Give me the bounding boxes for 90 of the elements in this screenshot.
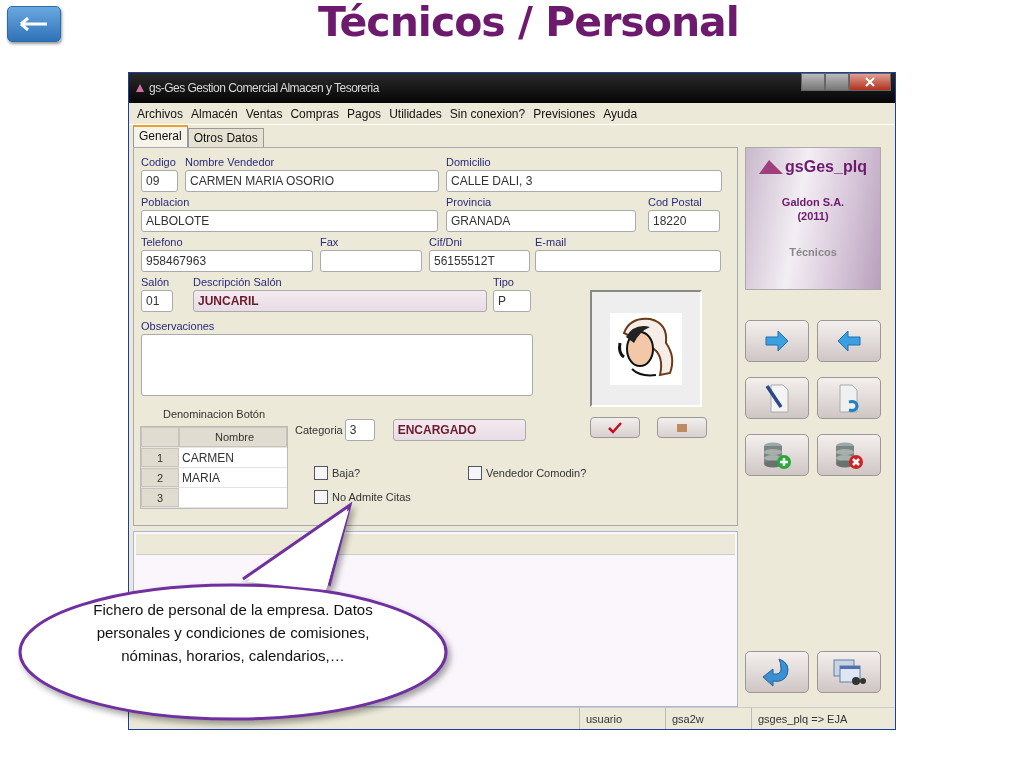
column-header: Nombre xyxy=(179,427,287,447)
field-label: Nombre Vendedor xyxy=(185,156,276,170)
undo-document-button[interactable] xyxy=(817,377,881,419)
menu-item[interactable]: Archivos xyxy=(134,106,188,121)
field-label: Salón xyxy=(141,276,171,290)
menu-item[interactable]: Compras xyxy=(287,106,345,121)
delete-record-button[interactable] xyxy=(817,434,881,476)
field-label: E-mail xyxy=(535,236,568,250)
menu-item[interactable]: Previsiones xyxy=(530,106,601,121)
checkbox-label: No Admite Citas xyxy=(332,491,411,503)
menu-item[interactable]: Ventas xyxy=(242,106,288,121)
checkbox[interactable] xyxy=(314,490,328,504)
checkmark-icon xyxy=(608,421,622,434)
status-user: usuario xyxy=(579,708,665,729)
input-field[interactable]: 3 xyxy=(344,419,375,441)
row-number: 3 xyxy=(141,488,179,507)
checkbox[interactable] xyxy=(314,466,328,480)
accept-button[interactable] xyxy=(590,417,640,438)
input-field[interactable]: P xyxy=(493,290,531,312)
input-field[interactable]: CALLE DALI, 3 xyxy=(446,170,722,192)
row-number: 1 xyxy=(141,448,179,467)
table-cell-text: CARMEN xyxy=(181,449,235,467)
stop-button[interactable] xyxy=(657,417,707,438)
tab[interactable]: Otros Datos xyxy=(187,128,264,147)
input-field[interactable]: 18220 xyxy=(648,210,720,232)
checkbox-label: Baja? xyxy=(332,467,361,479)
next-button[interactable] xyxy=(745,320,809,362)
maximize-button[interactable] xyxy=(825,73,849,91)
field-label: Cif/Dni xyxy=(429,236,463,250)
pyramid-icon xyxy=(759,160,784,174)
document-undo-icon xyxy=(837,383,861,413)
return-button[interactable] xyxy=(745,651,809,693)
product-name: gsGes_plq xyxy=(785,158,867,176)
notes-field[interactable] xyxy=(141,334,533,396)
company-name: Galdon S.A. xyxy=(781,196,845,208)
input-field[interactable]: CARMEN MARIA OSORIO xyxy=(185,170,439,192)
minimize-button[interactable] xyxy=(801,73,825,91)
slide-title: Técnicos / Personal xyxy=(318,0,739,46)
module-name: Técnicos xyxy=(789,246,837,258)
menu-item[interactable]: Almacén xyxy=(188,106,243,121)
edit-button[interactable] xyxy=(745,377,809,419)
window-title: gs-Ges Gestion Comercial Almacen y Tesoreria xyxy=(149,81,379,95)
table-cell-text: MARIA xyxy=(181,469,221,487)
field-label: Codigo xyxy=(141,156,177,170)
input-field[interactable]: ALBOLOTE xyxy=(141,210,438,232)
status-database: gsges_plq => EJA xyxy=(751,708,879,729)
input-field[interactable]: 09 xyxy=(141,170,178,192)
field-label: Cod Postal xyxy=(648,196,703,210)
checkbox-label: Vendedor Comodin? xyxy=(486,467,587,479)
windows-binoculars-icon xyxy=(832,658,866,686)
field-label: Tipo xyxy=(493,276,515,290)
menu-item[interactable]: Utilidades xyxy=(386,106,447,121)
search-windows-button[interactable] xyxy=(817,651,881,693)
field-label: Descripción Salón xyxy=(193,276,283,290)
app-icon xyxy=(135,83,145,93)
menu-item[interactable]: Pagos xyxy=(344,106,387,121)
previous-button[interactable] xyxy=(817,320,881,362)
input-field[interactable] xyxy=(535,250,721,272)
field-label: Categoria xyxy=(295,424,343,436)
stop-icon xyxy=(677,423,687,432)
field-label: Provincia xyxy=(446,196,493,210)
checkbox[interactable] xyxy=(468,466,482,480)
status-host: gsa2w xyxy=(665,708,751,729)
header-corner xyxy=(141,427,179,447)
menu-item[interactable]: Ayuda xyxy=(600,106,643,121)
company-year: (2011) xyxy=(797,210,829,222)
field-label: Telefono xyxy=(141,236,184,250)
document-pen-icon xyxy=(765,383,789,413)
add-record-button[interactable] xyxy=(745,434,809,476)
field-label: Poblacion xyxy=(141,196,191,210)
field-label: Fax xyxy=(320,236,340,250)
tab[interactable]: General xyxy=(133,125,188,147)
field-label: Observaciones xyxy=(141,320,215,332)
close-button[interactable] xyxy=(849,73,891,91)
row-number: 2 xyxy=(141,468,179,487)
callout-text: Fichero de personal de la empresa. Datos personales y condiciones de comisiones, nóminas, horarios, calendarios,… xyxy=(92,600,374,666)
input-field[interactable] xyxy=(320,250,422,272)
lookup-field[interactable]: ENCARGADO xyxy=(392,419,526,441)
input-field[interactable]: 958467963 xyxy=(141,250,313,272)
input-field[interactable]: GRANADA xyxy=(446,210,636,232)
back-button[interactable] xyxy=(7,6,61,42)
arrow-left-icon xyxy=(19,17,49,31)
database-delete-icon xyxy=(834,440,864,470)
table-title: Denominacion Botón xyxy=(162,408,266,422)
input-field[interactable]: 01 xyxy=(141,290,173,312)
input-field[interactable]: 56155512T xyxy=(429,250,530,272)
field-label: Domicilio xyxy=(446,156,492,170)
menu-item[interactable]: Sin conexion? xyxy=(446,106,531,121)
lookup-field[interactable]: JUNCARIL xyxy=(193,290,487,312)
database-add-icon xyxy=(762,440,792,470)
